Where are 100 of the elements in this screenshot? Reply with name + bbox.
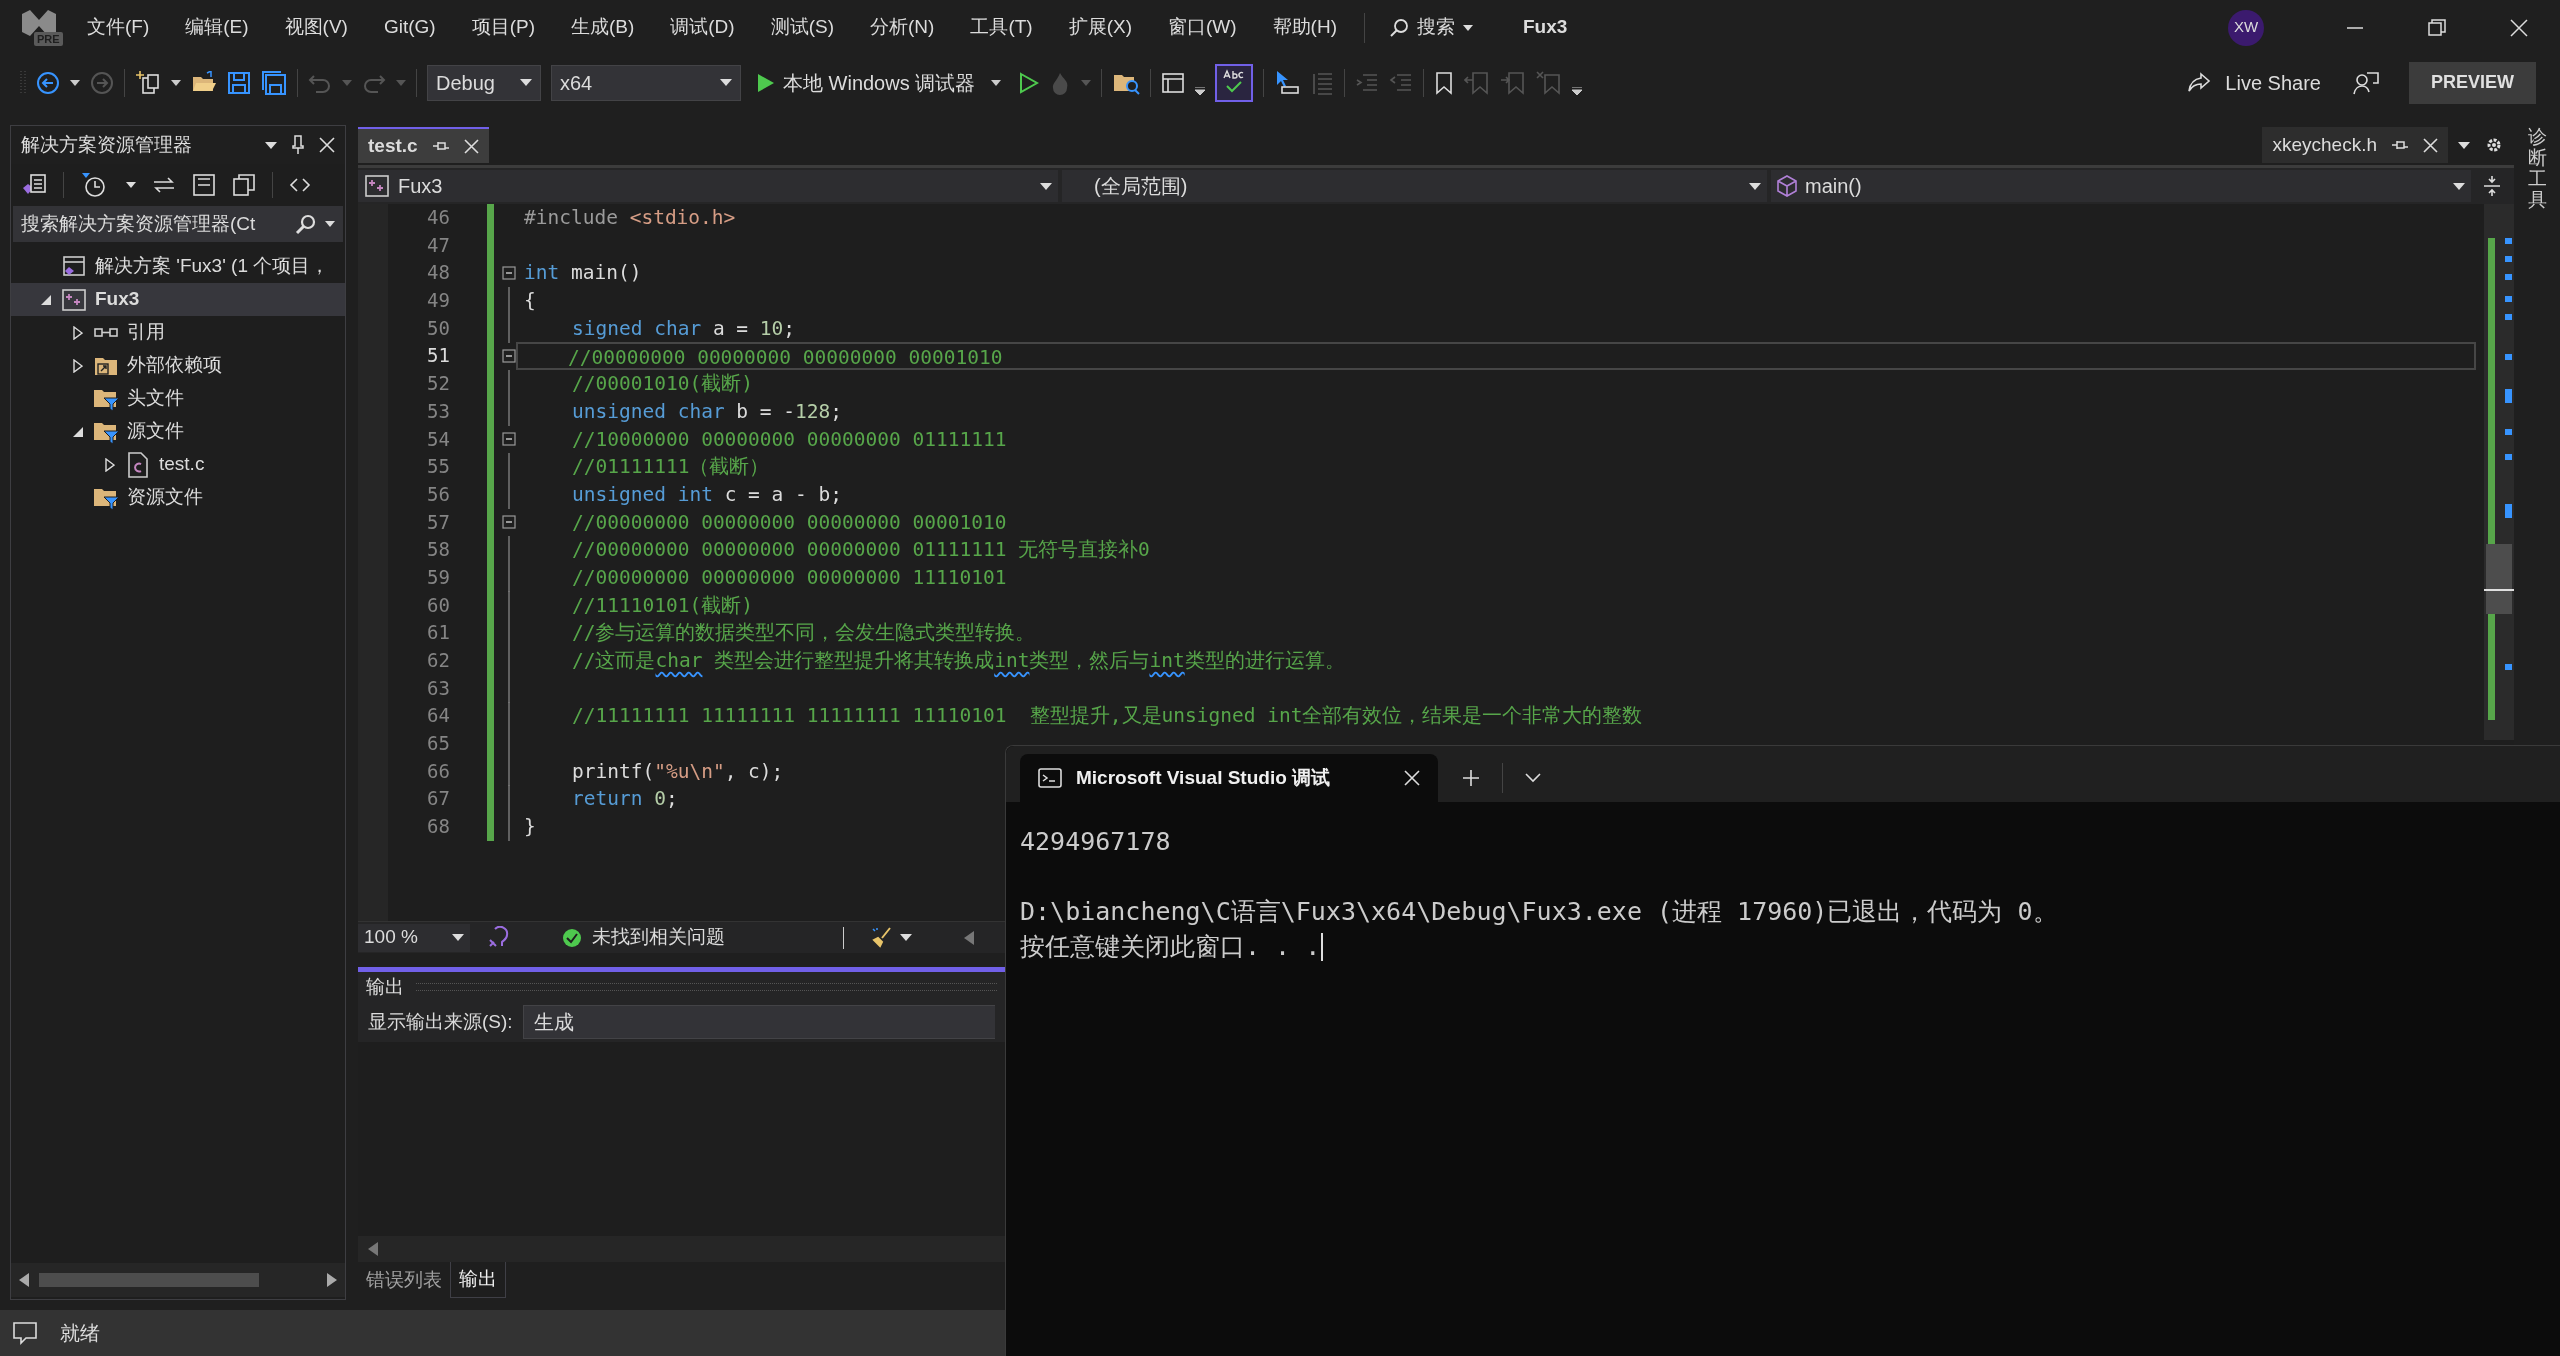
- feedback-icon[interactable]: [2353, 69, 2379, 96]
- issues-status[interactable]: 未找到相关问题: [592, 923, 725, 952]
- tree-item[interactable]: Fux3: [11, 283, 345, 316]
- close-icon[interactable]: [2510, 18, 2528, 37]
- caret-icon[interactable]: [1572, 86, 1583, 95]
- dropdown-icon[interactable]: [1525, 773, 1541, 783]
- spell-check-icon[interactable]: [1215, 63, 1254, 102]
- caret-icon[interactable]: [265, 141, 277, 149]
- user-avatar[interactable]: XW: [2228, 9, 2264, 46]
- panel-tab[interactable]: 错误列表: [358, 1262, 450, 1298]
- menu-item[interactable]: 调试(D): [661, 13, 744, 42]
- close-icon[interactable]: [1404, 770, 1420, 786]
- panel-tab[interactable]: 输出: [450, 1262, 506, 1298]
- start-debugging-button[interactable]: 本地 Windows 调试器: [751, 64, 982, 101]
- split-window-icon[interactable]: [2483, 175, 2501, 197]
- caret-icon[interactable]: [900, 934, 912, 941]
- configuration-dropdown[interactable]: Debug: [427, 64, 541, 101]
- scrollbar-thumb[interactable]: [39, 1273, 259, 1287]
- sync-icon[interactable]: [152, 175, 176, 195]
- zoom-dropdown[interactable]: 100 %: [358, 923, 470, 952]
- menu-item[interactable]: 扩展(X): [1059, 13, 1141, 42]
- menu-item[interactable]: 生成(B): [561, 13, 644, 42]
- scroll-left-icon[interactable]: [368, 1242, 378, 1256]
- tree-item[interactable]: 头文件: [11, 382, 345, 415]
- notification-icon[interactable]: [12, 1321, 38, 1345]
- caret-icon[interactable]: [991, 79, 1002, 86]
- scroll-left-icon[interactable]: [964, 930, 974, 945]
- logo-badge: PRE: [34, 31, 63, 46]
- pin-icon[interactable]: [291, 135, 305, 155]
- scroll-left-icon[interactable]: [19, 1273, 29, 1287]
- pin-icon[interactable]: [2391, 138, 2409, 152]
- caret-icon[interactable]: [70, 79, 80, 86]
- line-number: 51: [426, 343, 450, 369]
- menu-item[interactable]: 项目(P): [462, 13, 544, 42]
- caret-icon: [520, 79, 532, 86]
- menu-item[interactable]: 工具(T): [961, 13, 1042, 42]
- menu-item[interactable]: 视图(V): [275, 13, 357, 42]
- restore-icon[interactable]: [2428, 18, 2446, 37]
- tree-item[interactable]: test.c: [11, 448, 345, 481]
- caret-icon[interactable]: [325, 221, 335, 227]
- menu-item[interactable]: 测试(S): [761, 13, 843, 42]
- editor-tab[interactable]: test.c: [358, 127, 489, 163]
- brush-icon[interactable]: [870, 925, 894, 950]
- diagnostic-tools-tab[interactable]: 诊断工具: [2527, 127, 2547, 211]
- close-icon[interactable]: [463, 138, 479, 154]
- solution-name: Fux3: [1523, 15, 1568, 40]
- expand-arrow-icon[interactable]: [73, 358, 83, 373]
- preview-button[interactable]: PREVIEW: [2409, 61, 2536, 104]
- new-item-icon[interactable]: [135, 69, 161, 96]
- back-icon[interactable]: [36, 70, 60, 95]
- collapse-arrow-icon[interactable]: [40, 293, 52, 306]
- tree-item[interactable]: 引用: [11, 316, 345, 349]
- menu-item[interactable]: 文件(F): [78, 13, 159, 42]
- pointer-icon[interactable]: [1274, 68, 1301, 97]
- search-button[interactable]: 搜索: [1383, 13, 1479, 42]
- menu-item[interactable]: 窗口(W): [1159, 13, 1246, 42]
- scrollbar-overview[interactable]: [2484, 204, 2514, 740]
- caret-icon[interactable]: [1195, 86, 1206, 95]
- code-icon[interactable]: [289, 176, 311, 194]
- collapse-arrow-icon[interactable]: [72, 425, 84, 438]
- window-layout-icon[interactable]: [1161, 70, 1186, 95]
- menu-item[interactable]: 帮助(H): [1263, 13, 1346, 42]
- caret-icon[interactable]: [171, 79, 181, 86]
- pin-icon[interactable]: [431, 139, 450, 153]
- fold-button[interactable]: [502, 515, 516, 530]
- save-icon[interactable]: [227, 70, 251, 95]
- live-share-button[interactable]: Live Share: [2225, 67, 2321, 98]
- save-all-icon[interactable]: [261, 69, 287, 96]
- fold-button[interactable]: [502, 432, 516, 447]
- bookmark-icon[interactable]: [1434, 70, 1455, 95]
- tree-item[interactable]: 资源文件: [11, 481, 345, 514]
- close-icon[interactable]: [2423, 137, 2438, 153]
- new-tab-icon[interactable]: [1462, 769, 1480, 787]
- tree-item[interactable]: 源文件: [11, 415, 345, 448]
- terminal-icon: [1038, 768, 1062, 788]
- run-without-debugging-icon[interactable]: [1019, 71, 1040, 94]
- panel-grip[interactable]: [416, 983, 997, 991]
- platform-dropdown[interactable]: x64: [551, 64, 741, 101]
- fold-button[interactable]: [502, 266, 516, 281]
- scope-dropdown[interactable]: (全局范围): [1062, 170, 1767, 202]
- tree-item[interactable]: 解决方案 'Fux3' (1 个项目，: [11, 250, 345, 283]
- close-icon[interactable]: [319, 137, 335, 153]
- console-tab[interactable]: Microsoft Visual Studio 调试: [1020, 754, 1438, 802]
- output-source-dropdown[interactable]: 生成: [522, 1005, 995, 1039]
- member-dropdown[interactable]: main(): [1771, 170, 2471, 202]
- expand-arrow-icon[interactable]: [73, 325, 83, 340]
- scroll-right-icon[interactable]: [327, 1273, 337, 1287]
- expand-arrow-icon[interactable]: [105, 457, 115, 472]
- menu-item[interactable]: Git(G): [374, 13, 445, 42]
- fold-button[interactable]: [502, 349, 516, 364]
- caret-icon[interactable]: [126, 182, 136, 188]
- project-dropdown[interactable]: Fux3: [358, 170, 1058, 202]
- tree-item[interactable]: 外部依赖项: [11, 349, 345, 382]
- search-field[interactable]: 搜索解决方案资源管理器(Ct: [13, 206, 343, 242]
- menu-item[interactable]: 编辑(E): [176, 13, 258, 42]
- menu-item[interactable]: 分析(N): [861, 13, 944, 42]
- tab-list-icon[interactable]: [2458, 141, 2470, 149]
- editor-tab[interactable]: xkeycheck.h: [2262, 127, 2448, 163]
- copy-icon[interactable]: [232, 173, 256, 197]
- collapse-all-icon[interactable]: [192, 173, 216, 197]
